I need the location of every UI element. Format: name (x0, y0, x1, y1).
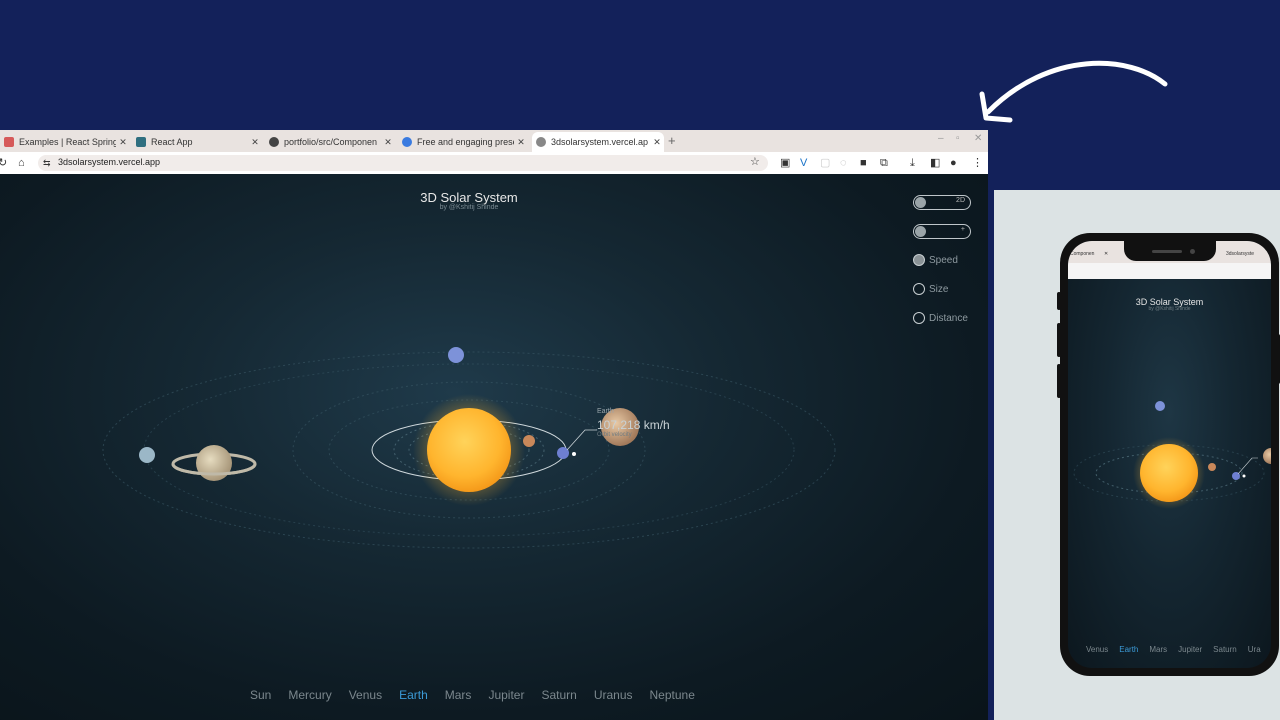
earth-planet[interactable] (557, 447, 569, 459)
tooltip-leader-line (566, 429, 597, 451)
radio-dot-icon (913, 312, 925, 324)
nav-mercury[interactable]: Mercury (288, 688, 331, 702)
neptune-planet[interactable] (448, 347, 464, 363)
phone-sun (1140, 444, 1198, 502)
close-icon[interactable]: ✕ (116, 137, 130, 148)
phone-nav-mars[interactable]: Mars (1149, 645, 1167, 654)
phone-nav-uranus[interactable]: Ura (1248, 645, 1261, 654)
page-title: 3D Solar System (420, 190, 518, 205)
tab-label: Free and engaging prese (417, 137, 514, 147)
cast-icon[interactable]: ▣ (780, 157, 790, 169)
tab-label: portfolio/src/Componen (284, 137, 378, 147)
phone-nav-jupiter[interactable]: Jupiter (1178, 645, 1202, 654)
radio-speed[interactable]: Speed (913, 254, 958, 266)
tab-bar: Examples | React Spring ✕ React App ✕ po… (0, 130, 988, 152)
toggle-knob (915, 226, 926, 237)
restore-icon[interactable]: ▫ (956, 133, 960, 144)
close-icon[interactable]: ✕ (248, 137, 262, 148)
view-2d-toggle[interactable]: 2D (913, 195, 971, 210)
bookmark-star-icon[interactable]: ☆ (750, 156, 760, 168)
toggle-label: + (960, 226, 965, 233)
phone-planet-nav: Venus Earth Mars Jupiter Saturn Ura (1086, 645, 1271, 654)
radio-distance[interactable]: Distance (913, 312, 968, 324)
radio-dot-icon (913, 254, 925, 266)
download-icon[interactable]: ⤓ (910, 157, 915, 169)
browser-window: Examples | React Spring ✕ React App ✕ po… (0, 130, 988, 720)
globe-icon (536, 137, 546, 147)
extension-v-icon[interactable]: V (800, 157, 807, 169)
curved-arrow-icon (979, 60, 1168, 123)
solar-system-page: 3D Solar System by @Kshitij Shinde 2D + … (0, 174, 988, 720)
reload-icon[interactable]: ↻ (0, 157, 7, 169)
toggle-knob (915, 197, 926, 208)
tooltip-planet-name: Earth (597, 408, 614, 415)
moon (572, 452, 576, 456)
phone-nav-venus[interactable]: Venus (1086, 645, 1108, 654)
nav-earth[interactable]: Earth (399, 688, 428, 702)
new-tab-button[interactable]: + (668, 133, 676, 148)
phone-mockup: Componen ✕ 3dsolarsyste 3D Solar System … (1060, 233, 1279, 676)
planet-nav: Sun Mercury Venus Earth Mars Jupiter Sat… (250, 688, 712, 702)
react-spring-favicon-icon (4, 137, 14, 147)
url-text: 3dsolarsystem.vercel.app (58, 157, 161, 167)
radio-label: Size (929, 283, 949, 295)
extension-icon[interactable]: ▢ (820, 157, 830, 169)
site-info-icon[interactable]: ⇆ (43, 157, 51, 169)
close-icon[interactable]: ✕ (514, 137, 528, 148)
extensions-puzzle-icon[interactable]: ⧉ (880, 157, 888, 169)
second-toggle[interactable]: + (913, 224, 971, 239)
phone-nav-earth[interactable]: Earth (1119, 645, 1138, 654)
tooltip-subtitle: Orbit velocity (597, 432, 632, 438)
page-subtitle: by @Kshitij Shinde (439, 204, 499, 211)
nav-mars[interactable]: Mars (445, 688, 472, 702)
solar-system-canvas[interactable] (0, 174, 988, 720)
side-panel-icon[interactable]: ◧ (930, 157, 940, 169)
radio-label: Distance (929, 312, 968, 324)
extension-dark-icon[interactable]: ■ (860, 157, 867, 169)
mercury-planet[interactable] (523, 435, 535, 447)
phone-neptune (1155, 401, 1165, 411)
toggle-label: 2D (956, 197, 965, 204)
nav-sun[interactable]: Sun (250, 688, 271, 702)
extension-circle-icon[interactable]: ◌ (840, 157, 847, 169)
phone-jupiter (1263, 448, 1271, 464)
tooltip-speed: 107,218 km/h (597, 418, 670, 432)
tab-react-spring[interactable]: Examples | React Spring ✕ (0, 132, 130, 152)
close-icon[interactable]: ✕ (381, 137, 395, 148)
phone-mercury (1208, 463, 1216, 471)
nav-jupiter[interactable]: Jupiter (488, 688, 524, 702)
phone-nav-saturn[interactable]: Saturn (1213, 645, 1237, 654)
phone-solar-canvas (1073, 401, 1271, 509)
phone-moon (1242, 474, 1246, 478)
close-icon[interactable]: ✕ (650, 137, 664, 148)
browser-toolbar: ↻ ⌂ ⇆ 3dsolarsystem.vercel.app ☆ ▣ V ▢ ◌… (0, 152, 988, 174)
tab-react-app[interactable]: React App ✕ (132, 132, 262, 152)
home-icon[interactable]: ⌂ (18, 157, 25, 169)
nav-venus[interactable]: Venus (349, 688, 382, 702)
react-app-favicon-icon (136, 137, 146, 147)
tab-solar-system[interactable]: 3dsolarsystem.vercel.ap ✕ (532, 132, 664, 152)
avatar[interactable]: ● (950, 157, 957, 169)
tab-label: 3dsolarsystem.vercel.ap (551, 137, 649, 147)
radio-label: Speed (929, 254, 958, 266)
sun-planet[interactable] (427, 408, 511, 492)
radio-size[interactable]: Size (913, 283, 948, 295)
nav-saturn[interactable]: Saturn (541, 688, 576, 702)
radio-dot-icon (913, 283, 925, 295)
tab-portfolio[interactable]: portfolio/src/Componen ✕ (265, 132, 395, 152)
uranus-planet[interactable] (139, 447, 155, 463)
menu-kebab-icon[interactable]: ⋮ (972, 157, 983, 169)
phone-screen: Componen ✕ 3dsolarsyste 3D Solar System … (1068, 241, 1271, 668)
nav-uranus[interactable]: Uranus (594, 688, 633, 702)
tab-label: Examples | React Spring (19, 137, 116, 147)
minimize-icon[interactable]: – (938, 133, 944, 144)
saturn-planet[interactable] (196, 445, 232, 481)
address-bar[interactable]: ⇆ 3dsolarsystem.vercel.app ☆ (38, 155, 768, 171)
nav-neptune[interactable]: Neptune (650, 688, 695, 702)
github-icon (269, 137, 279, 147)
tab-presentation[interactable]: Free and engaging prese ✕ (398, 132, 528, 152)
presentation-favicon-icon (402, 137, 412, 147)
tab-label: React App (151, 137, 193, 147)
